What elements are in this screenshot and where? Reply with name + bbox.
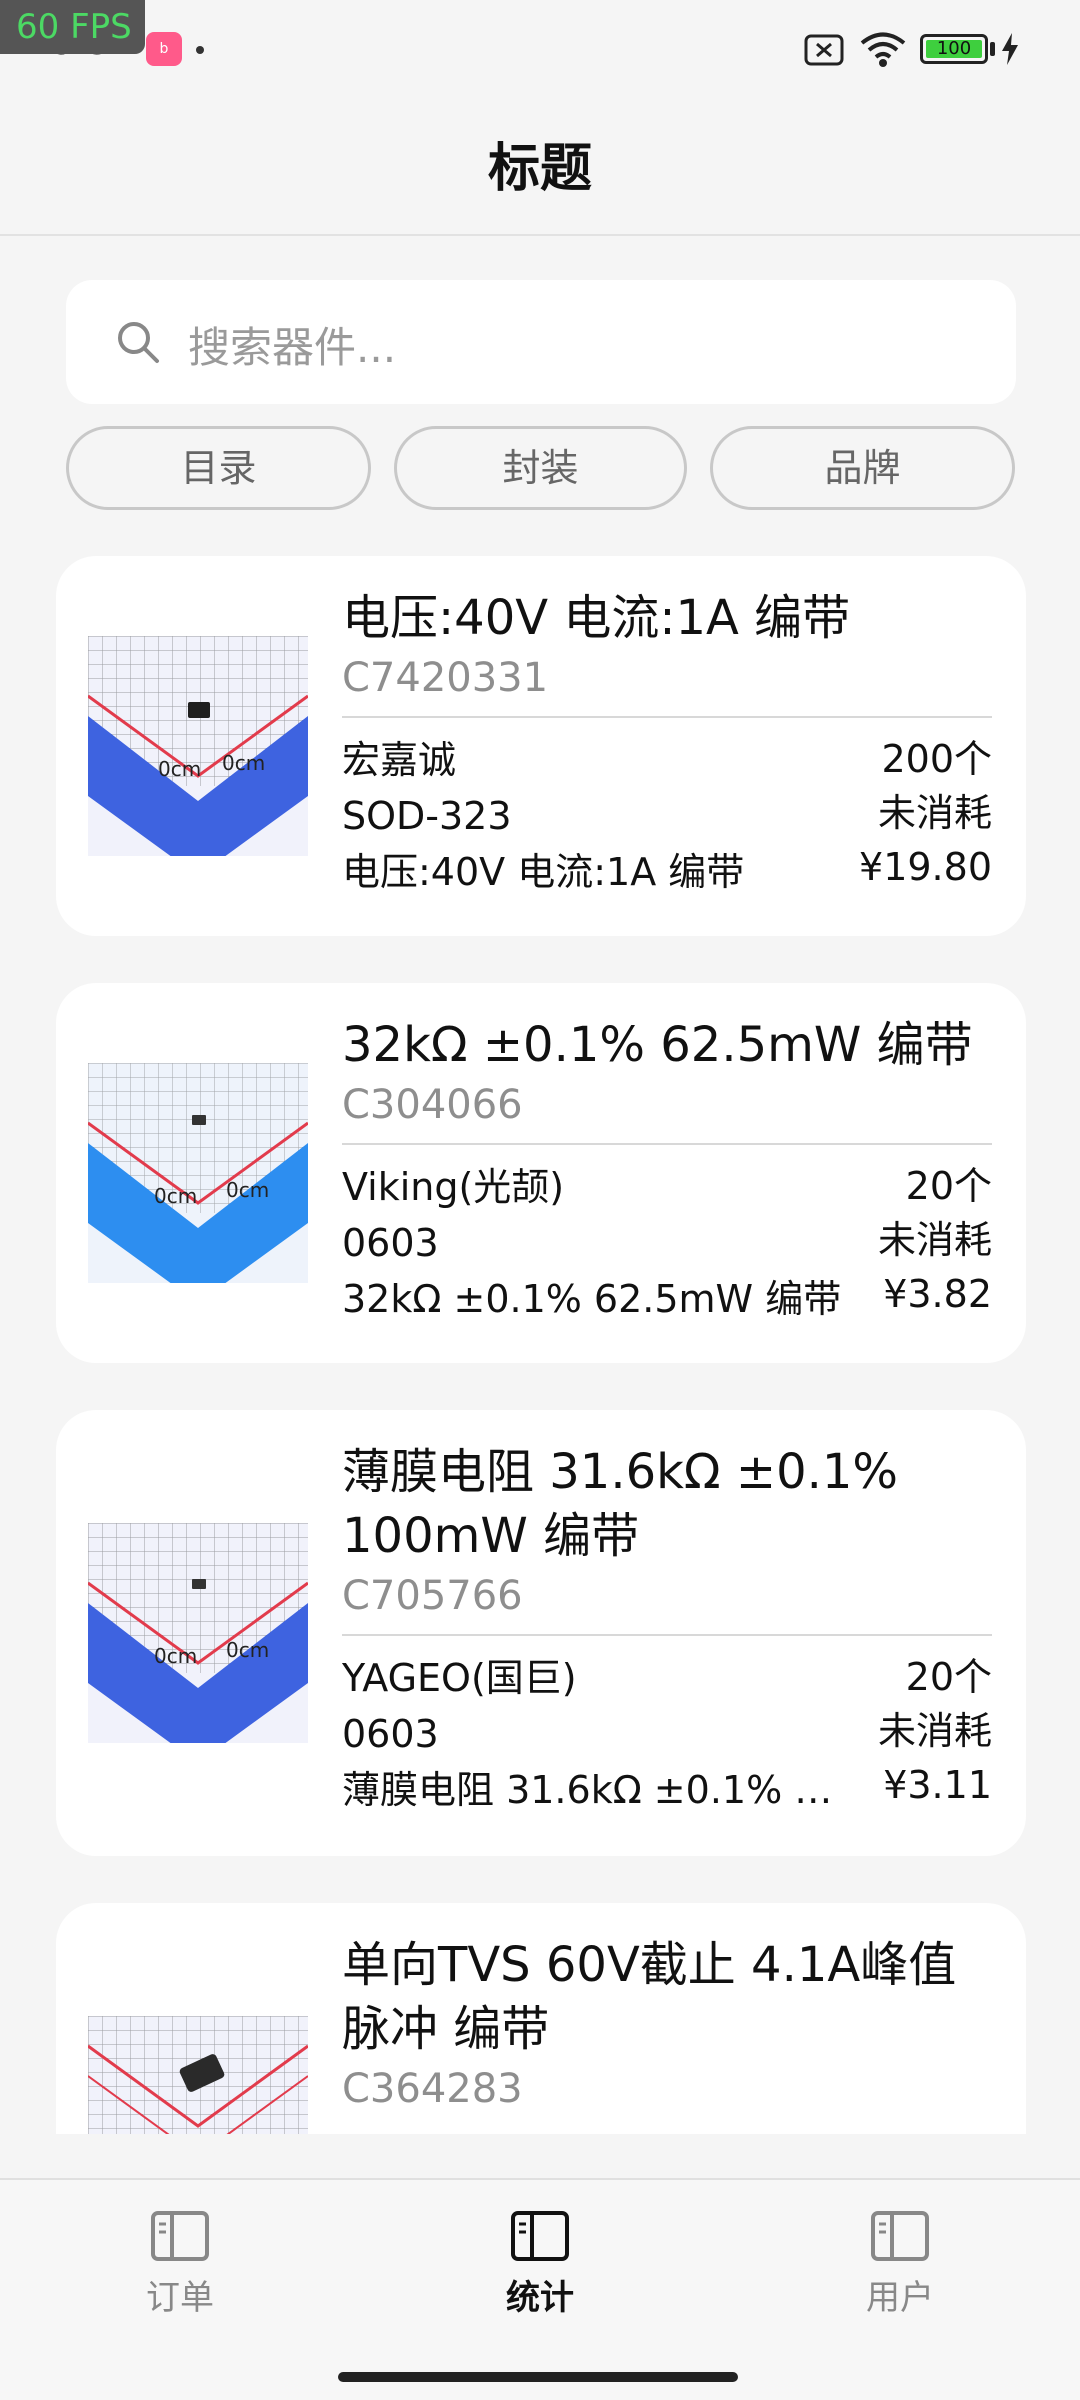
product-code: C705766: [342, 1573, 523, 1619]
product-image: 0cm 0cm: [88, 1063, 308, 1283]
notification-dot-icon: [196, 46, 204, 54]
svg-text:0cm: 0cm: [226, 1638, 269, 1662]
product-package: 0603: [342, 1712, 439, 1756]
wifi-icon: [860, 32, 906, 67]
product-quantity: 20个: [905, 1164, 992, 1208]
battery-tip: [990, 42, 995, 56]
product-description: 32kΩ ±0.1% 62.5mW 编带: [342, 1277, 842, 1321]
product-title: 32kΩ ±0.1% 62.5mW 编带: [342, 1017, 973, 1073]
product-package: SOD-323: [342, 794, 512, 838]
product-code: C304066: [342, 1082, 523, 1128]
product-status: 未消耗: [877, 1709, 992, 1753]
product-quantity: 20个: [905, 1655, 992, 1699]
search-placeholder: 搜索器件...: [188, 323, 397, 372]
fps-counter: 60 FPS: [0, 0, 145, 54]
product-price: ¥19.80: [859, 845, 992, 889]
book-icon: [511, 2211, 569, 2261]
product-code: C364283: [342, 2066, 523, 2112]
divider: [342, 1634, 992, 1636]
svg-text:0cm: 0cm: [154, 1644, 197, 1668]
product-image: 0cm 0cm: [88, 1523, 308, 1743]
book-icon: [871, 2211, 929, 2261]
filter-category-button[interactable]: 目录: [66, 426, 371, 510]
product-status: 未消耗: [877, 1218, 992, 1262]
filter-package-button[interactable]: 封装: [394, 426, 687, 510]
battery-icon: 100: [920, 34, 988, 64]
svg-text:0cm: 0cm: [226, 1178, 269, 1202]
product-brand: 宏嘉诚: [342, 738, 457, 782]
product-description: 薄膜电阻 31.6kΩ ±0.1% 100...: [342, 1768, 842, 1812]
nav-stats-tab[interactable]: 统计: [440, 2210, 640, 2319]
nav-orders-tab[interactable]: 订单: [80, 2210, 280, 2319]
product-title: 薄膜电阻 31.6kΩ ±0.1% 100mW 编带: [342, 1444, 899, 1564]
filter-brand-button[interactable]: 品牌: [710, 426, 1015, 510]
search-input[interactable]: 搜索器件...: [66, 280, 1016, 404]
bottom-nav: 订单 统计 用户: [0, 2178, 1080, 2400]
product-card[interactable]: 0cm 0cm 薄膜电阻 31.6kΩ ±0.1% 100mW 编带 C7057…: [56, 1410, 1026, 1856]
home-indicator[interactable]: [338, 2372, 738, 2382]
product-image: 0cm 0cm: [88, 636, 308, 856]
search-icon: [118, 322, 159, 363]
product-brand: YAGEO(国巨): [342, 1656, 577, 1700]
product-image: [88, 2016, 308, 2134]
product-status: 未消耗: [877, 791, 992, 835]
product-quantity: 200个: [881, 737, 992, 781]
divider: [342, 1143, 992, 1145]
page-title: 标题: [487, 139, 592, 199]
svg-text:0cm: 0cm: [154, 1184, 197, 1208]
nav-user-tab[interactable]: 用户: [800, 2210, 1000, 2319]
product-price: ¥3.82: [883, 1272, 992, 1316]
product-list[interactable]: 0cm 0cm 电压:40V 电流:1A 编带 C7420331 宏嘉诚 SOD…: [0, 540, 1080, 2134]
nav-stats-label: 统计: [506, 2278, 574, 2318]
status-bar: 9:37 b 100 60 FPS: [0, 0, 1080, 100]
svg-text:0cm: 0cm: [222, 751, 265, 775]
divider: [342, 716, 992, 718]
product-brand: Viking(光颉): [342, 1165, 565, 1209]
product-card[interactable]: 单向TVS 60V截止 4.1A峰值脉冲 编带 C364283: [56, 1903, 1026, 2134]
svg-text:0cm: 0cm: [158, 757, 201, 781]
book-icon: [151, 2211, 209, 2261]
product-card[interactable]: 0cm 0cm 32kΩ ±0.1% 62.5mW 编带 C304066 Vik…: [56, 983, 1026, 1363]
product-package: 0603: [342, 1221, 439, 1265]
product-title: 单向TVS 60V截止 4.1A峰值脉冲 编带: [342, 1937, 957, 2057]
product-code: C7420331: [342, 655, 549, 701]
product-description: 电压:40V 电流:1A 编带: [342, 850, 745, 894]
nav-orders-label: 订单: [146, 2278, 214, 2318]
product-card[interactable]: 0cm 0cm 电压:40V 电流:1A 编带 C7420331 宏嘉诚 SOD…: [56, 556, 1026, 936]
product-title: 电压:40V 电流:1A 编带: [342, 590, 851, 646]
nav-user-label: 用户: [866, 2278, 934, 2318]
bilibili-app-icon: b: [146, 32, 182, 66]
charging-bolt-icon: [1002, 33, 1018, 65]
no-sim-icon: [804, 34, 844, 66]
app-header: 标题: [0, 100, 1080, 236]
battery-level: 100: [926, 40, 982, 58]
product-price: ¥3.11: [883, 1763, 992, 1807]
